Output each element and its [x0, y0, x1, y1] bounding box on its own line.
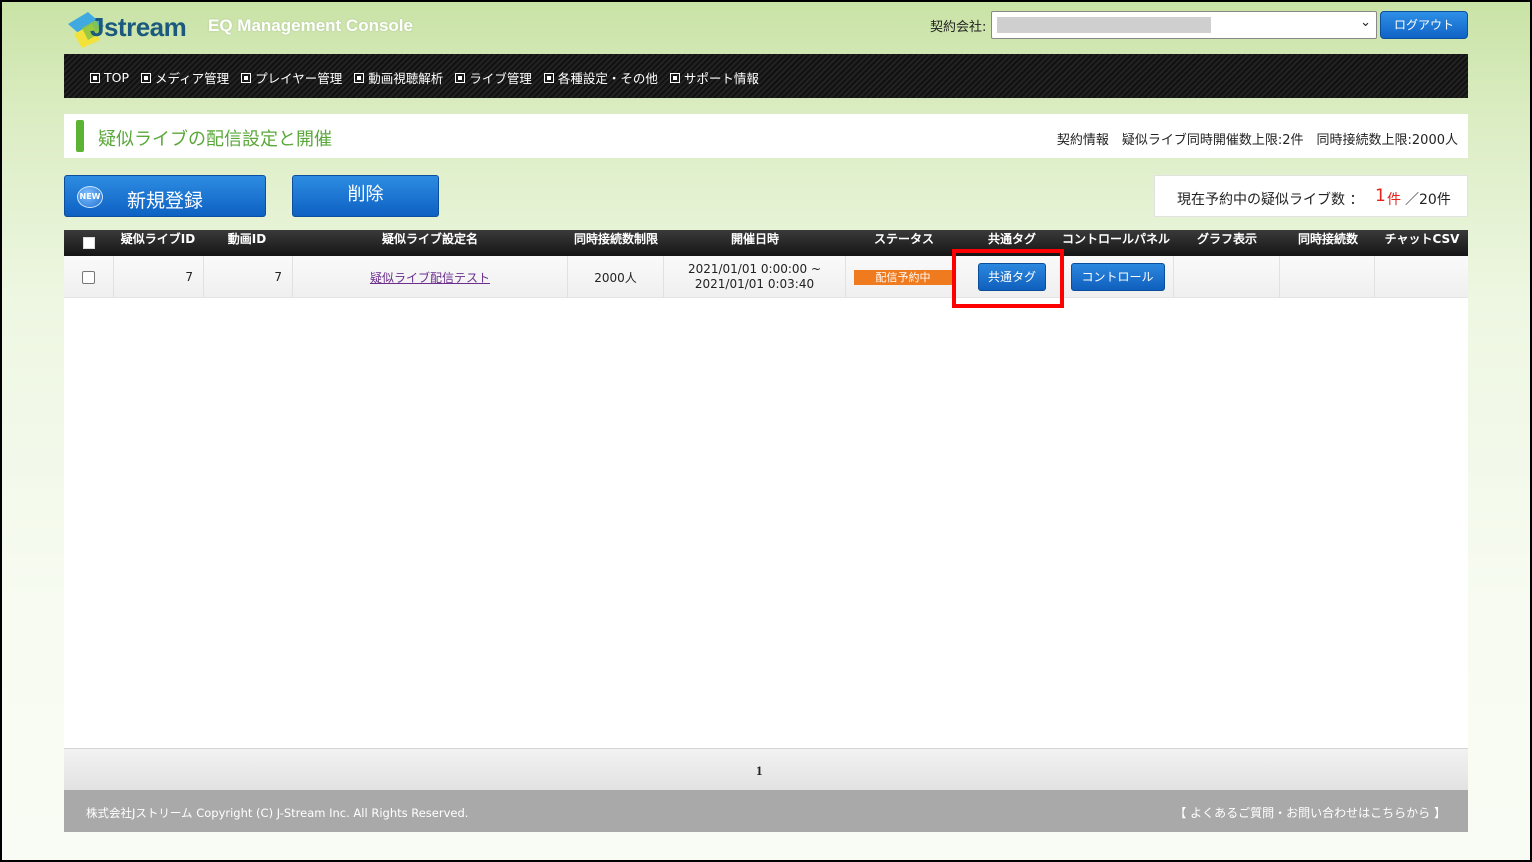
header-datetime: 開催日時 — [730, 232, 779, 246]
table-row: 7 7 疑似ライブ配信テスト 2000人 2021/01/01 0:00:00 … — [64, 256, 1468, 298]
delete-button[interactable]: 削除 — [292, 175, 439, 217]
footer-copyright: 株式会社Jストリーム Copyright (C) J-Stream Inc. A… — [86, 806, 469, 820]
nav-item-label: サポート情報 — [683, 71, 759, 86]
nav-item-label: 各種設定・その他 — [557, 71, 658, 86]
nav-item-analytics[interactable]: 動画視聴解析 — [354, 68, 443, 87]
header-control-panel: コントロールパネル — [1061, 232, 1170, 246]
control-panel-button[interactable]: コントロール — [1070, 263, 1165, 291]
nav-item-label: プレイヤー管理 — [255, 71, 343, 86]
checkbox-icon — [455, 72, 466, 83]
reservation-count-value: 1 — [1375, 186, 1386, 206]
footer-faq-link[interactable]: 【 よくあるご質問・お問い合わせはこちらから 】 — [1174, 804, 1446, 821]
nav-item-top[interactable]: TOP — [90, 68, 129, 87]
header-connection-limit: 同時接続数制限 — [573, 232, 658, 246]
start-datetime: 2021/01/01 0:00:00 ~ — [687, 262, 822, 276]
checkbox-icon — [141, 72, 152, 83]
nav-item-label: 動画視聴解析 — [368, 71, 444, 86]
live-table: 疑似ライブID 動画ID 疑似ライブ設定名 同時接続数制限 開催日時 ステータス… — [64, 230, 1468, 750]
highlight-box — [952, 249, 1064, 308]
concurrent-cell — [1280, 256, 1375, 298]
header-video-id: 動画ID — [227, 232, 267, 246]
reservation-count-box: 現在予約中の疑似ライブ数 ： 1 件 ／20件 — [1154, 175, 1468, 217]
header-graph: グラフ表示 — [1196, 232, 1257, 246]
logout-button[interactable]: ログアウト — [1380, 11, 1468, 39]
nav-item-label: メディア管理 — [155, 71, 230, 86]
checkbox-icon — [669, 72, 680, 83]
live-id-cell: 7 — [114, 256, 204, 298]
nav-item-media[interactable]: メディア管理 — [141, 68, 229, 87]
page-title: 疑似ライブの配信設定と開催 — [98, 129, 332, 150]
console-title: EQ Management Console — [208, 16, 413, 35]
header-chat-csv: チャットCSV — [1384, 232, 1460, 246]
reservation-count-unit: 件 — [1387, 192, 1401, 208]
header-concurrent: 同時接続数 — [1297, 232, 1358, 246]
connection-limit-cell: 2000人 — [568, 256, 664, 298]
page-number-current[interactable]: 1 — [756, 763, 763, 779]
footer: 株式会社Jストリーム Copyright (C) J-Stream Inc. A… — [64, 790, 1468, 832]
new-registration-label: 新規登録 — [127, 190, 204, 212]
setting-name-link[interactable]: 疑似ライブ配信テスト — [370, 269, 490, 286]
new-registration-button[interactable]: NEW 新規登録 — [64, 175, 266, 217]
new-badge-icon: NEW — [77, 186, 103, 208]
company-label: 契約会社: — [930, 20, 987, 35]
video-id-cell: 7 — [204, 256, 293, 298]
checkbox-icon — [354, 72, 365, 83]
nav-item-label: ライブ管理 — [469, 71, 532, 86]
reservation-count-max: ／20件 — [1405, 192, 1451, 208]
logo-text: Jstream — [90, 12, 187, 42]
title-accent-bar — [76, 120, 84, 152]
checkbox-icon — [543, 72, 554, 83]
nav-item-support[interactable]: サポート情報 — [669, 68, 759, 87]
contract-info: 契約情報 疑似ライブ同時開催数上限:2件 同時接続数上限:2000人 — [1056, 133, 1458, 148]
jstream-logo[interactable]: Jstream — [64, 6, 194, 52]
header-status: ステータス — [873, 232, 934, 246]
datetime-cell: 2021/01/01 0:00:00 ~ 2021/01/01 0:03:40 — [664, 256, 846, 298]
page-title-bar: 疑似ライブの配信設定と開催 契約情報 疑似ライブ同時開催数上限:2件 同時接続数… — [64, 114, 1468, 158]
company-select[interactable]: ⌄ — [991, 11, 1377, 39]
nav-item-label: TOP — [104, 70, 130, 85]
row-checkbox[interactable] — [82, 270, 95, 284]
end-datetime: 2021/01/01 0:03:40 — [694, 277, 815, 291]
header-setting-name: 疑似ライブ設定名 — [381, 232, 478, 246]
setting-name-cell: 疑似ライブ配信テスト — [293, 256, 568, 298]
app-frame: Jstream EQ Management Console 契約会社: ⌄ ログ… — [2, 2, 1530, 860]
reservation-count-label: 現在予約中の疑似ライブ数 ： — [1177, 192, 1364, 208]
nav-item-live[interactable]: ライブ管理 — [455, 68, 532, 87]
main-nav: TOP メディア管理 プレイヤー管理 動画視聴解析 ライブ管理 各種設定・その他… — [64, 54, 1468, 98]
nav-item-player[interactable]: プレイヤー管理 — [241, 68, 342, 87]
header-live-id: 疑似ライブID — [120, 232, 196, 246]
status-badge: 配信予約中 — [854, 269, 952, 285]
company-value-mask — [997, 17, 1211, 33]
chat-csv-cell — [1375, 256, 1468, 298]
table-header: 疑似ライブID 動画ID 疑似ライブ設定名 同時接続数制限 開催日時 ステータス… — [64, 230, 1468, 256]
graph-cell — [1174, 256, 1280, 298]
select-all-checkbox[interactable] — [83, 237, 95, 249]
pagination: 1 — [64, 748, 1468, 790]
status-cell: 配信予約中 — [846, 256, 962, 298]
nav-item-settings[interactable]: 各種設定・その他 — [543, 68, 658, 87]
row-select-cell — [64, 256, 114, 298]
checkbox-icon — [90, 72, 100, 83]
control-panel-cell: コントロール — [1062, 256, 1174, 298]
checkbox-icon — [241, 72, 252, 83]
chevron-down-icon: ⌄ — [1360, 15, 1371, 30]
